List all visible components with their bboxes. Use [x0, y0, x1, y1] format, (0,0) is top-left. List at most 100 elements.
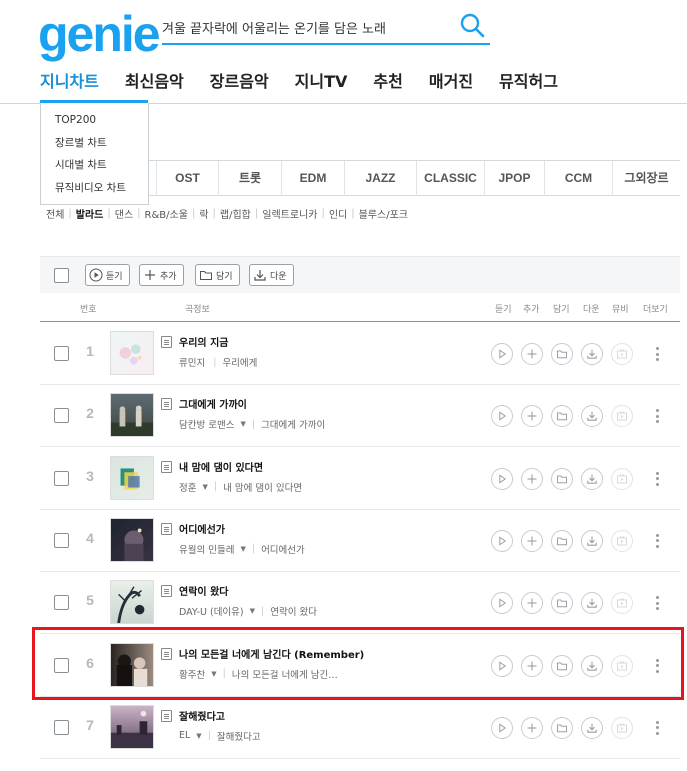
download-song-button[interactable]	[581, 654, 603, 677]
album-name[interactable]: 연락이 왔다	[270, 604, 317, 618]
more-options-icon[interactable]	[654, 470, 660, 488]
song-checkbox[interactable]	[54, 595, 69, 611]
save-song-button[interactable]	[551, 529, 573, 552]
add-song-button[interactable]	[521, 654, 543, 677]
lyrics-icon[interactable]	[161, 460, 172, 473]
download-song-button[interactable]	[581, 592, 603, 615]
song-checkbox[interactable]	[54, 408, 69, 424]
music-video-button[interactable]	[611, 467, 633, 490]
sub-genre-ballad[interactable]: 발라드	[76, 206, 104, 221]
music-video-button[interactable]	[611, 529, 633, 552]
album-name[interactable]: 나의 모든걸 너에게 남긴…	[232, 667, 338, 681]
nav-music-hug[interactable]: 뮤직허그	[499, 70, 558, 104]
play-song-button[interactable]	[491, 405, 513, 428]
sub-genre-dance[interactable]: 댄스	[115, 206, 133, 221]
nav-genie-chart[interactable]: 지니차트	[40, 70, 99, 104]
lyrics-icon[interactable]	[161, 398, 172, 411]
song-title[interactable]: 연락이 왔다	[179, 583, 228, 598]
more-options-icon[interactable]	[654, 657, 660, 675]
album-name[interactable]: 잘해줬다고	[217, 729, 261, 743]
add-song-button[interactable]	[521, 467, 543, 490]
album-cover[interactable]	[110, 642, 154, 687]
artist-name[interactable]: 담칸방 로맨스	[179, 417, 234, 431]
download-song-button[interactable]	[581, 529, 603, 552]
song-checkbox[interactable]	[54, 657, 69, 673]
tab-ccm[interactable]: CCM	[544, 161, 612, 196]
artist-menu-caret-icon[interactable]: ▼	[240, 545, 245, 553]
song-title[interactable]: 내 맘에 댐이 있다면	[179, 459, 263, 474]
tab-ost[interactable]: OST	[156, 161, 218, 196]
save-song-button[interactable]	[551, 654, 573, 677]
music-video-button[interactable]	[611, 592, 633, 615]
artist-menu-caret-icon[interactable]: ▼	[211, 670, 216, 678]
more-options-icon[interactable]	[654, 532, 660, 550]
sub-genre-blues-folk[interactable]: 블루스/포크	[359, 206, 408, 221]
play-song-button[interactable]	[491, 529, 513, 552]
save-selected-button[interactable]: 담기	[195, 264, 240, 286]
song-title[interactable]: 나의 모든걸 너에게 남긴다 (Remember)	[179, 646, 364, 661]
song-title[interactable]: 그대에게 가까이	[179, 396, 247, 411]
menu-item-genre-chart[interactable]: 장르별 차트	[41, 134, 148, 157]
tab-edm[interactable]: EDM	[281, 161, 344, 196]
song-title[interactable]: 우리의 지금	[179, 334, 228, 349]
save-song-button[interactable]	[551, 343, 573, 365]
save-song-button[interactable]	[551, 716, 573, 739]
sub-genre-rnb[interactable]: R&B/소울	[145, 206, 188, 221]
search-input[interactable]	[162, 12, 452, 42]
song-title[interactable]: 어디에선가	[179, 521, 225, 536]
nav-latest-music[interactable]: 최신음악	[125, 70, 184, 104]
play-selected-button[interactable]: 듣기	[85, 264, 130, 286]
album-cover[interactable]	[110, 331, 154, 375]
more-options-icon[interactable]	[654, 719, 660, 737]
artist-name[interactable]: 유월의 민들레	[179, 542, 234, 556]
play-song-button[interactable]	[491, 654, 513, 677]
tab-jazz[interactable]: JAZZ	[344, 161, 416, 196]
album-name[interactable]: 내 맘에 댐이 있다면	[223, 480, 302, 494]
artist-name[interactable]: DAY-U (데이유)	[179, 604, 244, 618]
more-options-icon[interactable]	[654, 407, 660, 425]
lyrics-icon[interactable]	[161, 585, 172, 598]
add-song-button[interactable]	[521, 405, 543, 428]
lyrics-icon[interactable]	[161, 522, 172, 535]
tab-classic[interactable]: CLASSIC	[416, 161, 484, 196]
song-checkbox[interactable]	[54, 719, 69, 735]
nav-recommend[interactable]: 추천	[373, 70, 402, 104]
music-video-button[interactable]	[611, 716, 633, 739]
nav-genie-tv[interactable]: 지니TV	[295, 70, 348, 104]
artist-menu-caret-icon[interactable]: ▼	[240, 420, 245, 428]
play-song-button[interactable]	[491, 716, 513, 739]
music-video-button[interactable]	[611, 343, 633, 365]
album-cover[interactable]	[110, 704, 154, 749]
play-song-button[interactable]	[491, 592, 513, 615]
song-checkbox[interactable]	[54, 532, 69, 548]
download-song-button[interactable]	[581, 343, 603, 365]
save-song-button[interactable]	[551, 592, 573, 615]
select-all-checkbox[interactable]	[54, 268, 69, 283]
album-cover[interactable]	[110, 580, 154, 625]
tab-other-genres[interactable]: 그외장르	[612, 161, 680, 196]
album-cover[interactable]	[110, 393, 154, 438]
song-title[interactable]: 잘해줬다고	[179, 708, 225, 723]
add-song-button[interactable]	[521, 592, 543, 615]
lyrics-icon[interactable]	[161, 647, 172, 660]
sub-genre-indie[interactable]: 인디	[329, 206, 347, 221]
music-video-button[interactable]	[611, 405, 633, 428]
download-selected-button[interactable]: 다운	[249, 264, 294, 286]
menu-item-mv-chart[interactable]: 뮤직비디오 차트	[41, 179, 148, 202]
artist-name[interactable]: EL	[179, 730, 190, 741]
save-song-button[interactable]	[551, 467, 573, 490]
artist-name[interactable]: 황주찬	[179, 667, 205, 681]
album-name[interactable]: 어디에선가	[261, 542, 305, 556]
add-song-button[interactable]	[521, 343, 543, 365]
song-checkbox[interactable]	[54, 346, 69, 361]
save-song-button[interactable]	[551, 405, 573, 428]
more-options-icon[interactable]	[654, 594, 660, 612]
genie-logo[interactable]: genie	[38, 8, 161, 60]
add-song-button[interactable]	[521, 529, 543, 552]
sub-genre-hiphop[interactable]: 랩/힙합	[220, 206, 251, 221]
lyrics-icon[interactable]	[161, 336, 172, 348]
sub-genre-electronica[interactable]: 일렉트로니카	[262, 206, 317, 221]
artist-name[interactable]: 류민지	[179, 355, 205, 369]
lyrics-icon[interactable]	[161, 709, 172, 722]
artist-menu-caret-icon[interactable]: ▼	[196, 732, 201, 740]
